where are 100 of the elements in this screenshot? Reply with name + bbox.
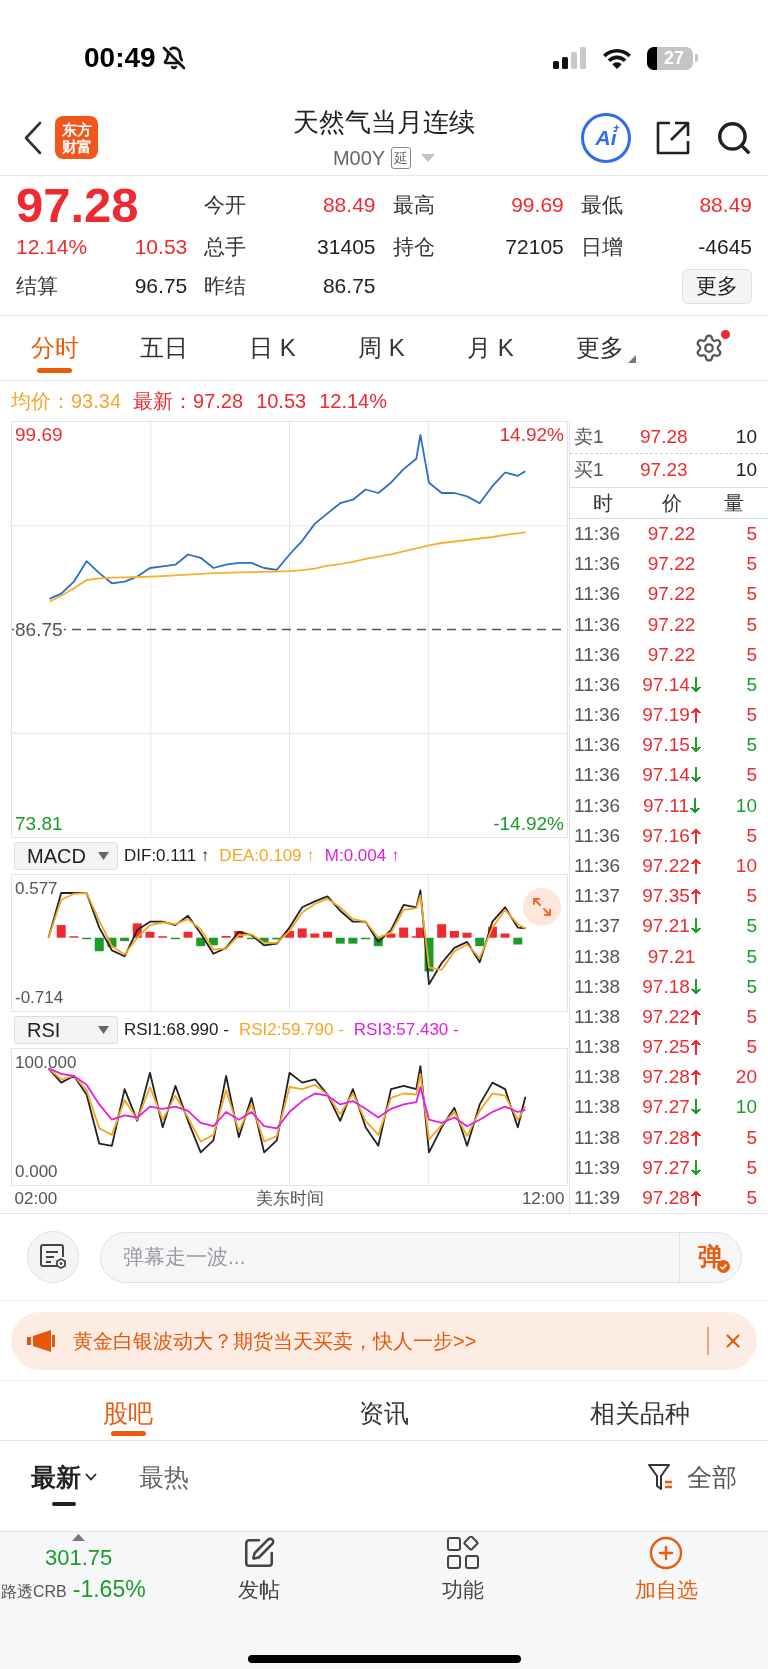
trade-volume: 5	[746, 824, 757, 847]
stat-label: 最低	[580, 192, 623, 219]
order-book-price: 97.23	[640, 458, 689, 483]
order-book-label: 卖1	[574, 424, 605, 449]
trade-price: 97.18	[642, 975, 690, 998]
time-axis-title: 美东时间	[255, 1188, 324, 1210]
indicator-value: RSI3:57.430 -	[353, 1019, 459, 1041]
indicator-value: M:0.004 ↑	[324, 845, 400, 867]
indicator-value: DIF:0.111 ↑	[124, 845, 210, 867]
latest-price-value: 10.53	[256, 389, 307, 413]
status-time: 00:49	[84, 41, 156, 75]
trade-time: 11:36	[574, 553, 622, 576]
stat-value: 72105	[505, 234, 564, 261]
indicator-axis-label: -0.714	[14, 987, 65, 1009]
trade-price: 97.35	[642, 885, 690, 908]
trade-time: 11:36	[574, 794, 622, 817]
trade-volume: 5	[746, 613, 757, 636]
trade-volume: 5	[746, 643, 757, 666]
trade-volume: 5	[746, 945, 757, 968]
stat-label: 昨结	[204, 273, 247, 300]
trade-time: 11:38	[574, 1005, 622, 1028]
stat-label: 总手	[204, 234, 247, 261]
indicator-axis-label: 0.000	[14, 1161, 59, 1183]
last-price: 97.28	[16, 182, 139, 228]
trade-time: 11:36	[574, 673, 622, 696]
trade-time: 11:36	[574, 824, 622, 847]
trade-time: 11:36	[574, 734, 622, 757]
index-change: -1.65%	[72, 1575, 146, 1603]
trade-price: 97.14	[642, 764, 690, 787]
trade-volume: 5	[746, 523, 757, 546]
trade-volume: 5	[746, 704, 757, 727]
trade-time: 11:39	[574, 1186, 622, 1209]
trade-time: 11:36	[574, 583, 622, 606]
latest-price-value: 97.28	[193, 389, 244, 413]
index-value: 301.75	[45, 1545, 113, 1571]
trade-time: 11:36	[574, 643, 622, 666]
stat-label: 最高	[392, 192, 435, 219]
trade-volume: 5	[746, 553, 757, 576]
trade-time: 11:38	[574, 1126, 622, 1149]
trade-volume: 5	[746, 885, 757, 908]
percent-axis-label: -14.92%	[493, 813, 564, 835]
trade-time: 11:37	[574, 885, 622, 908]
trade-price: 97.22	[642, 855, 690, 877]
trade-price: 97.15	[642, 734, 690, 757]
trade-price: 97.19	[642, 704, 690, 727]
battery-indicator: 27	[647, 46, 698, 70]
app-logo: 东方 财富	[55, 116, 98, 159]
trade-time: 11:36	[574, 613, 622, 636]
stat-value: 86.75	[322, 273, 376, 300]
stat-value: 88.49	[699, 192, 752, 219]
column-header: 时	[592, 491, 614, 516]
trade-price: 97.22	[647, 553, 696, 576]
trade-price: 97.22	[647, 523, 696, 546]
trade-volume: 10	[735, 855, 757, 877]
contract-code: M00Y	[332, 146, 386, 171]
column-header: 量	[723, 491, 745, 516]
stat-label: 持仓	[392, 234, 435, 261]
order-book-label: 买1	[574, 458, 605, 483]
delay-badge: 延	[391, 147, 412, 169]
trade-price: 97.22	[647, 583, 696, 606]
trade-price: 97.28	[642, 1066, 690, 1089]
stat-value: 99.69	[511, 192, 564, 219]
trade-price: 97.22	[642, 1005, 690, 1028]
trade-volume: 5	[746, 1036, 757, 1059]
trade-time: 11:39	[574, 1156, 622, 1179]
trade-price: 97.22	[647, 613, 696, 636]
stat-value: -4645	[698, 234, 752, 261]
stat-label: 结算	[16, 273, 58, 300]
trade-time: 11:36	[574, 704, 622, 727]
stat-value: 31405	[317, 234, 376, 261]
change-percent: 12.14%	[16, 234, 88, 261]
indicator-axis-label: 100.000	[14, 1051, 78, 1074]
trade-volume: 5	[746, 734, 757, 757]
latest-price-label: 最新：	[133, 389, 194, 413]
stat-label: 日增	[580, 234, 623, 261]
change-amount: 10.53	[134, 234, 188, 261]
trade-time: 11:37	[574, 915, 622, 938]
trade-time: 11:38	[574, 1036, 622, 1059]
indicator-axis-label: 0.577	[14, 878, 59, 900]
average-price-label: 均价：	[11, 389, 71, 413]
stat-value: 88.49	[322, 192, 376, 219]
percent-axis-label: 14.92%	[499, 424, 564, 446]
trade-price: 97.16	[642, 824, 690, 847]
latest-price-value: 12.14%	[319, 389, 388, 413]
trade-price: 97.28	[642, 1186, 690, 1209]
trade-volume: 5	[746, 583, 757, 606]
trade-volume: 5	[746, 764, 757, 787]
trade-volume: 5	[746, 975, 757, 998]
trade-volume: 5	[746, 1186, 757, 1209]
page-title: 天然气当月连续	[293, 106, 475, 138]
trade-time: 11:38	[574, 1066, 622, 1089]
trade-volume: 5	[746, 673, 757, 696]
trade-price: 97.28	[642, 1126, 690, 1149]
trade-volume: 5	[746, 1005, 757, 1028]
trade-time: 11:36	[574, 764, 622, 787]
trade-volume: 10	[735, 1096, 757, 1119]
trade-volume: 5	[746, 1126, 757, 1149]
time-axis-label: 02:00	[14, 1188, 58, 1210]
trade-price: 97.27	[642, 1096, 690, 1119]
index-name: 路透CRB	[1, 1582, 67, 1602]
